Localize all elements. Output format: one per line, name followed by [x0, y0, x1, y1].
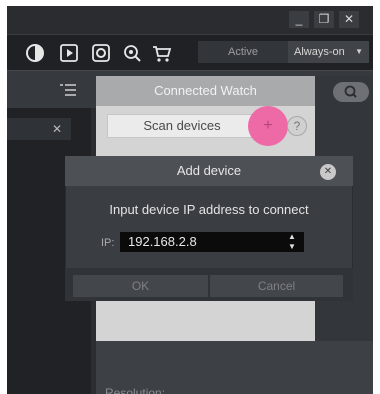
mode-select[interactable]: Always-on ▼ — [288, 41, 369, 63]
plus-icon: + — [263, 117, 273, 134]
play-icon[interactable] — [59, 43, 79, 63]
app-window: _ ❐ ✕ Active Always-on ▼ ✕ Connected Wat… — [7, 6, 373, 394]
dialog-prompt: Input device IP address to connect — [109, 202, 309, 217]
toolbar: Active Always-on ▼ — [7, 34, 373, 70]
scan-devices-button[interactable]: Scan devices — [107, 114, 257, 138]
restore-button[interactable]: ❐ — [314, 11, 334, 28]
close-window-button[interactable]: ✕ — [339, 11, 359, 28]
ip-label: IP: — [101, 237, 115, 249]
dialog-close-icon[interactable]: ✕ — [320, 164, 336, 180]
watch-panel-lower — [96, 306, 315, 341]
mode-select-value: Always-on — [294, 46, 345, 58]
help-button[interactable]: ? — [287, 116, 307, 136]
title-bar: _ ❐ ✕ — [7, 6, 373, 34]
cancel-button[interactable]: Cancel — [210, 275, 343, 297]
minimize-button[interactable]: _ — [289, 11, 309, 28]
scan-icon[interactable] — [122, 43, 142, 63]
search-icon — [344, 85, 357, 98]
menu-icon[interactable] — [60, 83, 76, 96]
cart-icon[interactable] — [152, 43, 172, 63]
record-icon[interactable] — [91, 43, 111, 63]
watch-panel-title: Connected Watch — [154, 83, 257, 98]
search-button[interactable] — [333, 82, 369, 102]
chevron-down-icon: ▼ — [355, 47, 363, 56]
ok-button[interactable]: OK — [73, 275, 208, 297]
resolution-label: Resolution: — [105, 386, 166, 394]
ip-stepper-icon[interactable]: ▲ ▼ — [282, 232, 302, 252]
ip-address-input[interactable]: 192.168.2.8 — [120, 232, 304, 252]
contrast-icon[interactable] — [25, 43, 45, 63]
left-close-icon[interactable]: ✕ — [43, 118, 71, 140]
mode-active-label: Active — [198, 41, 288, 63]
dialog-title: Add device — [176, 163, 242, 178]
